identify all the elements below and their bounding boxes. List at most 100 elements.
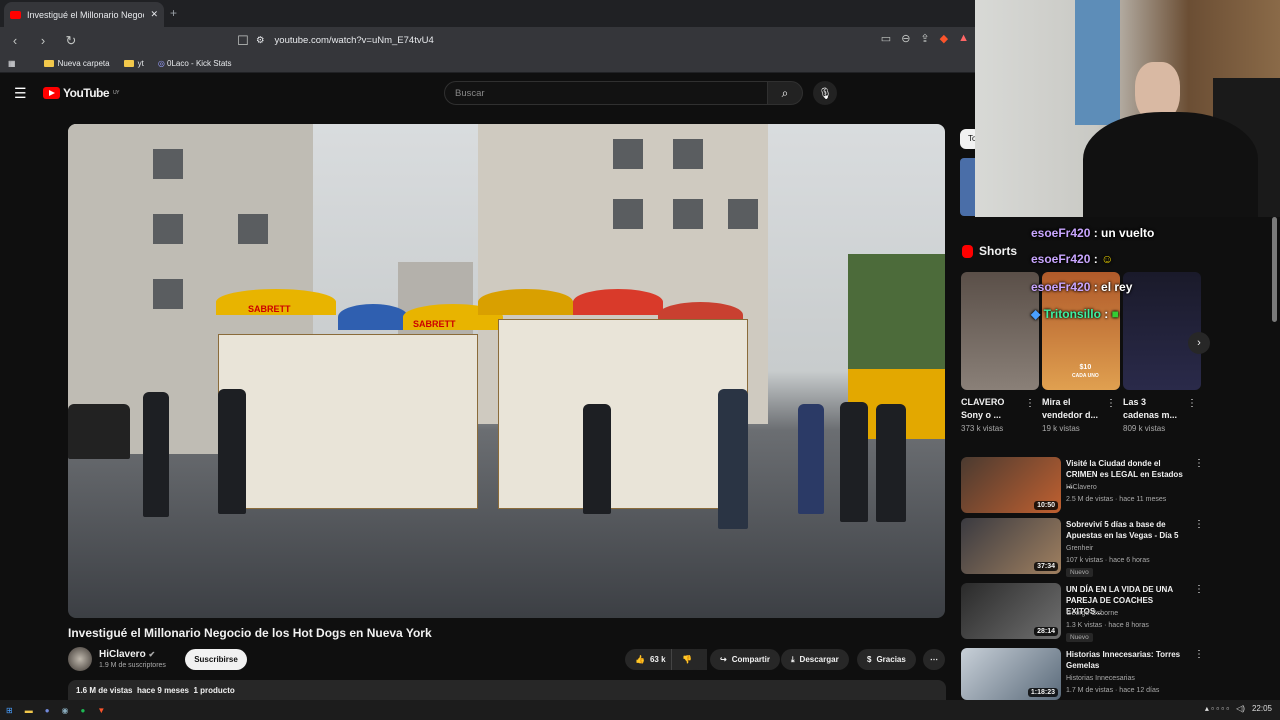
bookmark-item[interactable]: yt (123, 59, 144, 68)
discord-icon[interactable]: ● (45, 706, 50, 715)
partial-thumbnail[interactable] (960, 158, 975, 216)
youtube-favicon-icon (10, 10, 21, 19)
kebab-icon[interactable]: ⋮ (1194, 584, 1204, 595)
reload-icon[interactable]: ↻ (62, 33, 80, 49)
related-title[interactable]: Sobreviví 5 días a base de Apuestas en l… (1066, 519, 1191, 541)
related-thumbnail[interactable]: 1:18:23 (961, 648, 1061, 700)
video-player[interactable]: SABRETT SABRETT (68, 124, 945, 618)
windows-taskbar: ⊞ ▬ ● ◉ ● ▼ ▴ ▫ ▫ ▫ ▫ ◁) 22:05 (0, 700, 1280, 720)
related-meta: 107 k vistas · hace 6 horas (1066, 557, 1150, 564)
kick-icon: ◎ (157, 58, 168, 68)
tray-icons[interactable]: ▴ ▫ ▫ ▫ ▫ (1205, 704, 1229, 713)
thanks-button[interactable]: $ Gracias (857, 649, 916, 670)
chat-message: esoeFr420 : el rey (1031, 280, 1133, 294)
site-info-icon[interactable]: ⚙ (256, 35, 265, 46)
related-meta: 2.5 M de vistas · hace 11 meses (1066, 496, 1167, 503)
address-actions: ▭ ⊖ ⇪ ◆ ▲ (881, 32, 969, 45)
related-thumbnail[interactable]: 28:14 (961, 583, 1061, 639)
pedestrian (718, 389, 748, 529)
pedestrian (840, 402, 868, 522)
umbrella (478, 289, 573, 315)
forward-icon[interactable]: › (34, 33, 52, 48)
search-input[interactable]: Buscar (444, 81, 768, 105)
related-thumbnail[interactable]: 37:34 (961, 518, 1061, 574)
tab-title: Investigué el Millonario Negoc (27, 9, 145, 20)
short-views: 373 k vistas (961, 424, 1004, 433)
emote-icon: ☺ (1101, 252, 1114, 266)
related-title[interactable]: Historias Innecesarias: Torres Gemelas (1066, 649, 1191, 671)
related-meta: 1.7 M de vistas · hace 12 días (1066, 687, 1160, 694)
clock[interactable]: 22:05 (1252, 704, 1272, 713)
voice-search-button[interactable]: 🎙 (813, 81, 837, 105)
subscribe-button[interactable]: Suscribirse (185, 649, 247, 670)
menu-icon[interactable]: ☰ (14, 85, 27, 102)
volume-icon[interactable]: ◁) (1236, 704, 1245, 713)
zoom-icon[interactable]: ⊖ (901, 32, 910, 45)
thumbs-down-icon: 👎 (682, 655, 692, 664)
channel-name[interactable]: HiClavero ✔ (99, 649, 155, 660)
chat-message: esoeFr420 : un vuelto (1031, 226, 1155, 240)
kebab-icon[interactable]: ⋮ (1106, 398, 1116, 409)
search-button[interactable]: ⌕ (767, 81, 803, 105)
download-button[interactable]: ⤓ Descargar (781, 649, 849, 670)
share-button[interactable]: ↪ Compartir (710, 649, 780, 670)
rewards-icon[interactable]: ▲ (958, 32, 969, 45)
brave-icon[interactable]: ▼ (97, 706, 105, 715)
bookmark-icon[interactable]: ☐ (234, 33, 252, 49)
brave-shield-icon[interactable]: ◆ (940, 32, 948, 45)
chat-badge-icon: ◆ (1031, 307, 1041, 321)
steam-icon[interactable]: ◉ (62, 706, 69, 715)
related-meta: 1.3 K vistas · hace 8 horas (1066, 622, 1149, 629)
short-title[interactable]: Mira el vendedor d... (1042, 396, 1098, 422)
bookmark-item[interactable]: Nueva carpeta (43, 59, 110, 68)
short-thumbnail[interactable] (1123, 272, 1201, 390)
kebab-icon[interactable]: ⋮ (1194, 649, 1204, 660)
back-icon[interactable]: ‹ (6, 33, 24, 48)
file-explorer-icon[interactable]: ▬ (25, 706, 33, 715)
short-views: 19 k vistas (1042, 424, 1080, 433)
close-tab-icon[interactable]: ✕ (150, 9, 158, 20)
shorts-next-icon[interactable]: › (1188, 332, 1210, 354)
umbrella (573, 289, 663, 315)
more-icon: ⋯ (930, 655, 938, 664)
dislike-button[interactable]: 👎 (671, 649, 703, 670)
related-channel[interactable]: George Osborne (1066, 608, 1118, 619)
umbrella (338, 304, 408, 330)
related-thumbnail[interactable]: 10:50 (961, 457, 1061, 513)
kebab-icon[interactable]: ⋮ (1025, 398, 1035, 409)
video-title: Investigué el Millonario Negocio de los … (68, 626, 432, 640)
more-actions-button[interactable]: ⋯ (923, 649, 945, 670)
browser-tab[interactable]: Investigué el Millonario Negoc ✕ (4, 2, 164, 27)
apps-icon[interactable]: ▦ (8, 59, 16, 68)
channel-avatar[interactable] (68, 647, 92, 671)
folder-icon (123, 59, 134, 67)
short-title[interactable]: Las 3 cadenas m... (1123, 396, 1177, 422)
short-thumbnail[interactable] (961, 272, 1039, 390)
related-channel[interactable]: HiClavero (1066, 482, 1097, 493)
related-channel[interactable]: Grenheir (1066, 543, 1093, 554)
shorts-header: Shorts (962, 244, 1017, 258)
url-field[interactable]: ⚙ youtube.com/watch?v=uNm_E74tvU4 (256, 30, 836, 51)
kebab-icon[interactable]: ⋮ (1194, 458, 1204, 469)
youtube-logo[interactable]: YouTube UY (43, 86, 119, 100)
spotify-icon[interactable]: ● (81, 706, 86, 715)
related-channel[interactable]: Historias Innecesarias (1066, 673, 1135, 684)
chat-message: ◆ Tritonsillo : ■ (1031, 307, 1119, 321)
share-icon[interactable]: ⇪ (920, 32, 929, 45)
cast-icon[interactable]: ▭ (881, 32, 891, 45)
new-tab-icon[interactable]: + (170, 6, 177, 20)
windows-start-icon[interactable]: ⊞ (6, 706, 13, 715)
kebab-icon[interactable]: ⋮ (1194, 519, 1204, 530)
hotdog-cart (218, 334, 478, 509)
new-badge: Nuevo (1066, 568, 1093, 577)
subscriber-count: 1.9 M de suscriptores (99, 662, 166, 669)
kebab-icon[interactable]: ⋮ (1187, 398, 1197, 409)
scrollbar-thumb[interactable] (1272, 217, 1277, 322)
short-title[interactable]: CLAVERO Sony o ... (961, 396, 1004, 422)
emote-icon: ■ (1111, 307, 1119, 321)
bookmark-item[interactable]: ◎ 0Laco - Kick Stats (158, 59, 232, 68)
search-icon: ⌕ (781, 85, 789, 100)
microphone-icon: 🎙 (818, 87, 832, 100)
shorts-icon (962, 244, 973, 258)
car (68, 404, 130, 459)
